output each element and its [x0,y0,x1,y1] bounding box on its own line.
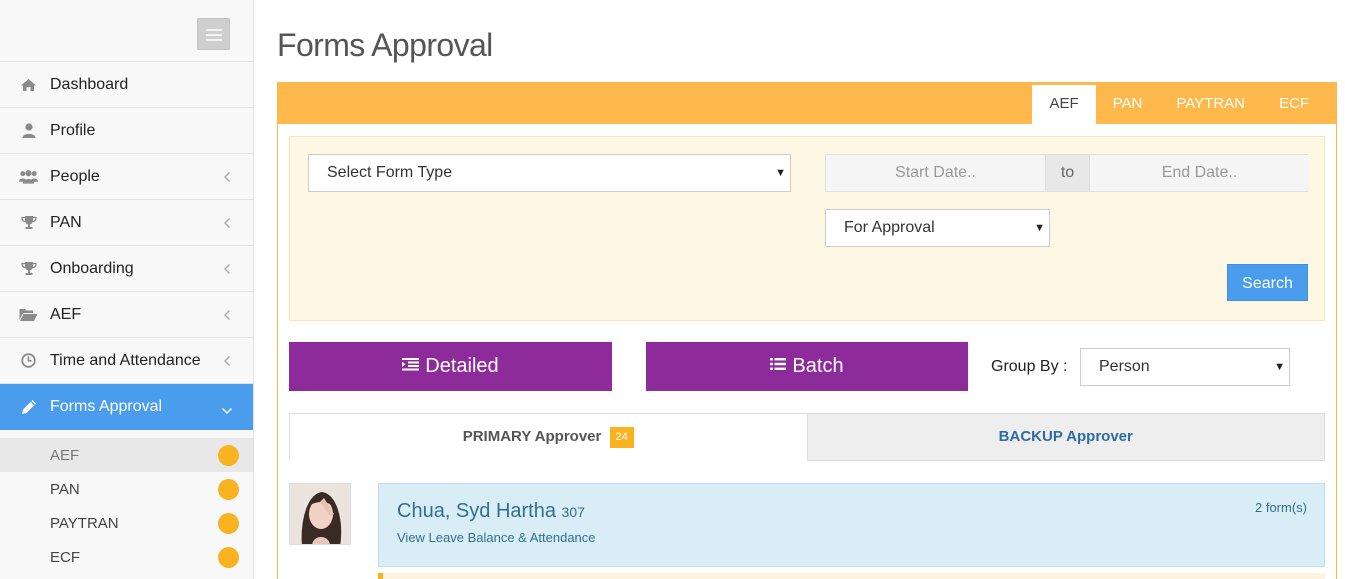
end-date-input[interactable]: End Date.. [1090,155,1309,191]
tab-ecf[interactable]: ECF [1262,85,1326,124]
group-by-select[interactable]: Person ▼ [1080,348,1290,386]
sidebar-item-label: Onboarding [50,259,134,277]
sidebar-item-pan[interactable]: PAN [0,200,253,246]
sidebar-item-label: Forms Approval [50,398,163,415]
form-tabs: AEF PAN PAYTRAN ECF [1032,85,1326,124]
sidebar: Dashboard Profile People PAN Onboarding [0,0,254,579]
tab-aef[interactable]: AEF [1032,85,1096,124]
sidebar-item-label: Profile [50,121,96,139]
trophy-icon [19,215,38,231]
group-by-value: Person [1099,358,1150,375]
chevron-left-icon [223,262,231,280]
detailed-button[interactable]: Detailed [289,342,612,391]
tab-backup-approver[interactable]: BACKUP Approver [807,413,1325,461]
indent-list-icon [402,357,420,376]
dropdown-caret-icon: ▼ [1274,361,1285,373]
tab-pan[interactable]: PAN [1096,85,1160,124]
status-dot [218,513,239,534]
forms-approval-submenu: AEF PAN PAYTRAN ECF [0,430,253,574]
status-dot [218,479,239,500]
forms-count: 2 form(s) [1255,500,1307,515]
sidebar-item-label: AEF [50,305,82,323]
main-content: Forms Approval AEF PAN PAYTRAN ECF Selec… [254,0,1345,579]
sidebar-item-profile[interactable]: Profile [0,108,253,154]
dropdown-caret-icon: ▼ [775,167,786,179]
sidebar-subitem-aef[interactable]: AEF [0,438,253,472]
chevron-left-icon [223,308,231,326]
sidebar-item-forms-approval[interactable]: Forms Approval [0,384,253,430]
panel-header: AEF PAN PAYTRAN ECF [278,83,1336,124]
sidebar-item-dashboard[interactable]: Dashboard [0,62,253,108]
sidebar-item-label: Time and Attendance [50,351,201,369]
primary-approver-label: PRIMARY Approver [462,428,602,445]
batch-button[interactable]: Batch [646,342,968,391]
page-title: Forms Approval [277,27,493,63]
date-range-separator: to [1045,155,1090,191]
folder-open-icon [19,307,38,323]
home-icon [19,77,38,93]
menu-toggle-button[interactable] [197,18,230,50]
pencil-icon [19,399,38,415]
status-value: For Approval [844,219,935,236]
clock-icon [19,353,38,369]
avatar [289,483,351,545]
sidebar-item-people[interactable]: People [0,154,253,200]
form-type-value: Select Form Type [327,164,453,181]
sidebar-item-aef[interactable]: AEF [0,292,253,338]
status-dot [218,445,239,466]
sidebar-subitem-label: ECF [50,548,80,566]
list-icon [770,357,787,376]
status-select[interactable]: For Approval ▼ [825,209,1050,247]
sidebar-item-label: PAN [50,213,82,231]
chevron-left-icon [223,216,231,234]
sidebar-item-onboarding[interactable]: Onboarding [0,246,253,292]
sidebar-subitem-label: AEF [50,446,80,464]
dropdown-caret-icon: ▼ [1034,222,1045,234]
view-leave-balance-link[interactable]: View Leave Balance & Attendance [397,530,596,545]
person-card: Chua, Syd Hartha 307 View Leave Balance … [378,483,1325,567]
user-icon [19,123,38,139]
form-type-select[interactable]: Select Form Type ▼ [308,154,791,192]
detailed-label: Detailed [425,355,499,377]
tab-paytran[interactable]: PAYTRAN [1159,85,1262,124]
sidebar-subitem-label: PAYTRAN [50,514,119,532]
tab-primary-approver[interactable]: PRIMARY Approver 24 [289,413,808,461]
batch-label: Batch [792,355,844,377]
sidebar-item-label: People [50,167,100,185]
trophy-icon [19,261,38,277]
sidebar-item-label: Dashboard [50,75,129,93]
status-dot [218,547,239,568]
chevron-down-icon [221,402,233,420]
date-range: Start Date.. to End Date.. [825,154,1309,192]
sidebar-subitem-paytran[interactable]: PAYTRAN [0,506,253,540]
sidebar-subitem-ecf[interactable]: ECF [0,540,253,574]
sidebar-subitem-label: PAN [50,480,80,498]
person-id: 307 [561,504,585,520]
start-date-input[interactable]: Start Date.. [826,155,1045,191]
filter-box: Select Form Type ▼ Start Date.. to End D… [289,136,1325,321]
search-button[interactable]: Search [1227,264,1308,301]
form-item-strip [378,573,1325,579]
approver-tabs: PRIMARY Approver 24 BACKUP Approver [289,413,1325,461]
chevron-left-icon [223,354,231,372]
sidebar-subitem-pan[interactable]: PAN [0,472,253,506]
forms-panel: AEF PAN PAYTRAN ECF Select Form Type ▼ S… [277,82,1337,579]
group-by-label: Group By : [991,358,1068,375]
users-icon [19,169,38,185]
sidebar-header [0,0,253,62]
chevron-left-icon [223,170,231,188]
person-name[interactable]: Chua, Syd Hartha [397,500,556,522]
sidebar-item-time-and-attendance[interactable]: Time and Attendance [0,338,253,384]
person-name-line: Chua, Syd Hartha 307 [397,500,585,523]
count-badge: 24 [609,427,634,448]
